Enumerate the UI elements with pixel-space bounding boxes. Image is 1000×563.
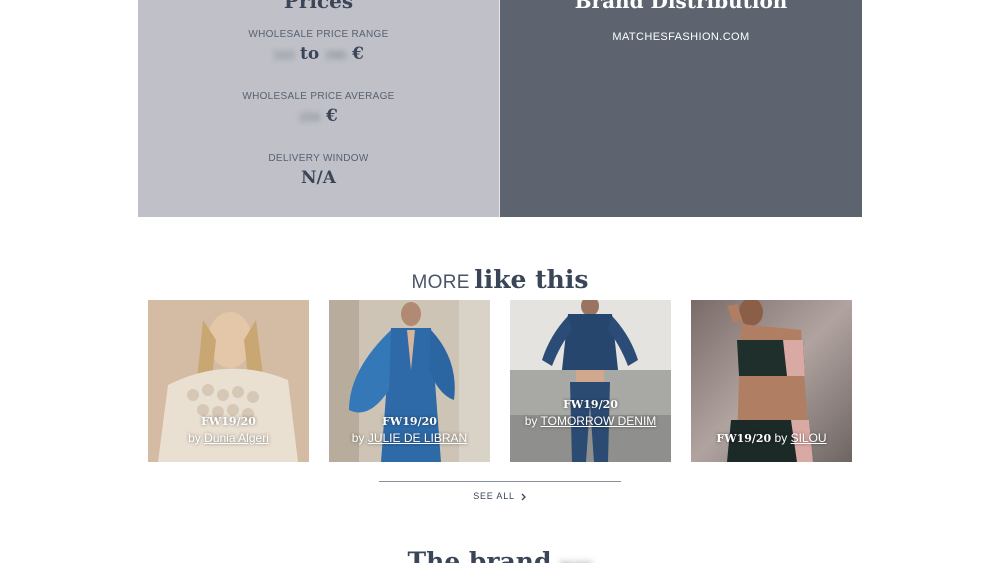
delivery-window: DELIVERY WINDOW N/A (138, 153, 499, 188)
card-season: FW19/20 (716, 432, 772, 445)
brand-way-heading: The brand way (0, 547, 1000, 563)
related-brands-list: FW19/20 by Dunia Algeri FW19/20 by JULIE… (148, 300, 852, 462)
page: Prices WHOLESALE PRICE RANGE 103 to 390 … (0, 0, 1000, 563)
card-by: by (774, 431, 788, 445)
price-average-blurred: 250 (299, 111, 321, 124)
more-like-this-heading: MORE like this (0, 263, 1000, 301)
more-like-this-small: MORE (411, 272, 470, 293)
card-caption: FW19/20 by JULIE DE LIBRAN (329, 413, 490, 447)
designer-link[interactable]: JULIE DE LIBRAN (368, 431, 467, 445)
price-range-to: to (300, 44, 320, 64)
card-by: by (351, 431, 365, 445)
brand-card-tomorrow-denim[interactable]: FW19/20 by TOMORROW DENIM (510, 300, 671, 462)
currency-symbol: € (326, 106, 338, 126)
brand-card-silou[interactable]: FW19/20 by SILOU (691, 300, 852, 462)
brand-distribution-title: Brand Distribution (574, 0, 788, 13)
brand-way-heading-text: The brand (407, 547, 552, 563)
wholesale-price-range: WHOLESALE PRICE RANGE 103 to 390 € (138, 29, 499, 66)
wholesale-price-average-label: WHOLESALE PRICE AVERAGE (242, 91, 395, 102)
prices-panel: Prices WHOLESALE PRICE RANGE 103 to 390 … (138, 0, 500, 217)
price-max-blurred: 390 (325, 49, 347, 62)
brand-card-julie-de-libran[interactable]: FW19/20 by JULIE DE LIBRAN (329, 300, 490, 462)
prices-title: Prices (283, 0, 354, 13)
more-like-this-big: like this (474, 265, 589, 294)
brand-info-panels: Prices WHOLESALE PRICE RANGE 103 to 390 … (138, 0, 862, 217)
see-all-link[interactable]: SEE ALL (0, 491, 1000, 501)
card-caption: FW19/20 by SILOU (691, 430, 852, 447)
wholesale-price-range-label: WHOLESALE PRICE RANGE (248, 29, 389, 40)
designer-link[interactable]: TOMORROW DENIM (541, 414, 657, 428)
card-caption: FW19/20 by Dunia Algeri (148, 413, 309, 447)
card-by: by (188, 431, 201, 445)
currency-symbol: € (352, 44, 364, 64)
card-season: FW19/20 (201, 415, 256, 428)
brand-way-heading-blurred: way (560, 555, 592, 563)
wholesale-price-average: WHOLESALE PRICE AVERAGE 250 € (138, 91, 499, 128)
delivery-window-label: DELIVERY WINDOW (268, 153, 369, 164)
divider (379, 481, 621, 482)
card-by: by (524, 414, 538, 428)
card-season: FW19/20 (382, 415, 437, 428)
wholesale-price-range-value: 103 to 390 € (138, 44, 499, 66)
brand-card-dunia-algeri[interactable]: FW19/20 by Dunia Algeri (148, 300, 309, 462)
designer-link[interactable]: SILOU (791, 431, 827, 445)
wholesale-price-average-value: 250 € (138, 106, 499, 128)
designer-link[interactable]: Dunia Algeri (204, 431, 269, 445)
see-all-label: SEE ALL (473, 491, 515, 501)
price-min-blurred: 103 (273, 49, 295, 62)
delivery-window-value: N/A (301, 168, 336, 188)
card-season: FW19/20 (563, 398, 618, 411)
brand-card-image (510, 300, 671, 462)
chevron-right-icon (518, 491, 527, 501)
brand-distribution-panel: Brand Distribution MATCHESFASHION.COM (500, 0, 862, 217)
retailer-name: MATCHESFASHION.COM (612, 31, 750, 43)
card-caption: FW19/20 by TOMORROW DENIM (510, 396, 671, 430)
